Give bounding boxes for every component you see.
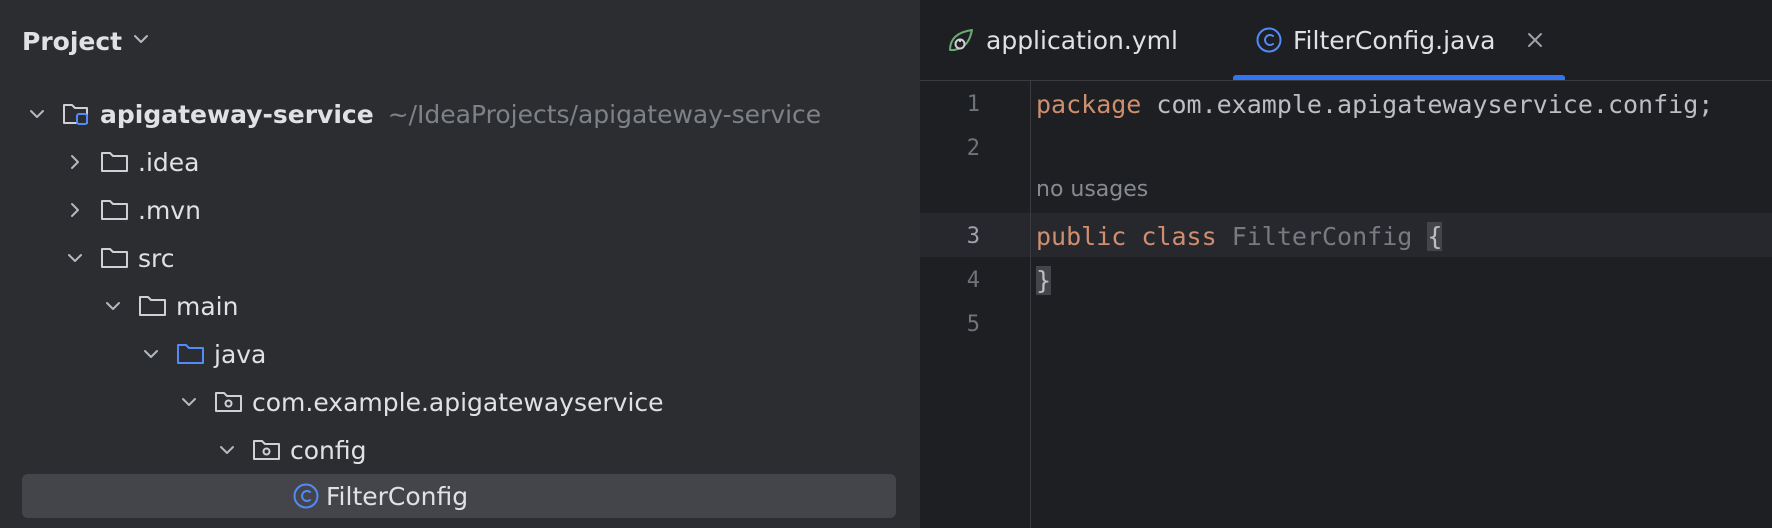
tree-item-apigateway-service[interactable]: apigateway-service ~/IdeaProjects/apigat… [0,92,920,136]
tree-item-mvn[interactable]: .mvn [0,188,920,232]
editor-tabs: application.yml FilterConfig.java [920,0,1772,81]
class-name: FilterConfig [1231,222,1413,251]
code-line-4: } [1036,266,1052,295]
tree-item-package-apigatewayservice[interactable]: com.example.apigatewayservice [0,380,920,424]
module-folder-icon [62,101,92,127]
chevron-right-icon[interactable] [64,199,86,221]
chevron-down-icon[interactable] [140,343,162,365]
chevron-down-icon [132,30,150,52]
line-number-gutter: 1 2 3 4 5 [920,81,1031,528]
class-icon [292,483,320,509]
active-tab-indicator [1233,75,1566,80]
project-view-selector[interactable]: Project [22,22,150,60]
tree-item-label: apigateway-service [100,99,374,129]
class-icon [1255,26,1283,54]
tree-item-java[interactable]: java [0,332,920,376]
keyword-public: public [1036,222,1127,251]
tree-item-label: .mvn [138,195,201,225]
keyword-package: package [1036,90,1142,119]
code-line-1: package com.example.apigatewayservice.co… [1036,90,1713,119]
tab-application-yml[interactable]: application.yml [946,0,1178,80]
tree-item-filterconfig[interactable]: FilterConfig [22,474,896,518]
line-number: 2 [966,136,980,161]
tree-item-idea[interactable]: .idea [0,140,920,184]
keyword-class: class [1141,222,1217,251]
tab-label: FilterConfig.java [1293,25,1496,55]
tree-item-label: .idea [138,147,200,177]
source-folder-icon [176,341,206,367]
package-icon [214,389,244,415]
line-number: 3 [966,224,980,249]
tree-item-label: src [138,243,175,273]
tree-item-label: main [176,291,239,321]
line-number: 4 [966,268,980,293]
chevron-down-icon[interactable] [64,247,86,269]
usage-hint[interactable]: no usages [1036,177,1148,202]
close-brace: } [1036,266,1052,295]
chevron-down-icon[interactable] [178,391,200,413]
folder-icon [100,197,130,223]
folder-icon [100,245,130,271]
project-panel-title: Project [22,26,123,56]
chevron-down-icon[interactable] [216,439,238,461]
package-name: com.example.apigatewayservice.config; [1141,90,1714,119]
project-path: ~/IdeaProjects/apigateway-service [387,99,822,129]
close-icon[interactable] [1527,32,1543,48]
chevron-right-icon[interactable] [64,151,86,173]
tree-item-package-config[interactable]: config [0,428,920,472]
line-number: 5 [966,312,980,337]
code-line-3: public class FilterConfig { [1036,222,1443,251]
open-brace: { [1427,222,1443,251]
tree-item-src[interactable]: src [0,236,920,280]
line-number: 1 [966,92,980,117]
tab-label: application.yml [986,25,1178,55]
project-panel: Project apigateway-service ~/IdeaProject… [0,0,920,528]
editor-area: application.yml FilterConfig.java 1 2 3 … [920,0,1772,528]
tab-filterconfig-java[interactable]: FilterConfig.java [1233,0,1566,80]
tree-item-label: java [214,339,267,369]
tree-item-main[interactable]: main [0,284,920,328]
folder-icon [138,293,168,319]
folder-icon [100,149,130,175]
tree-item-label: config [290,435,367,465]
spring-config-icon [946,26,976,54]
chevron-down-icon[interactable] [26,103,48,125]
chevron-down-icon[interactable] [102,295,124,317]
tree-item-label: com.example.apigatewayservice [252,387,664,417]
tree-item-label: FilterConfig [326,481,469,511]
package-icon [252,437,282,463]
